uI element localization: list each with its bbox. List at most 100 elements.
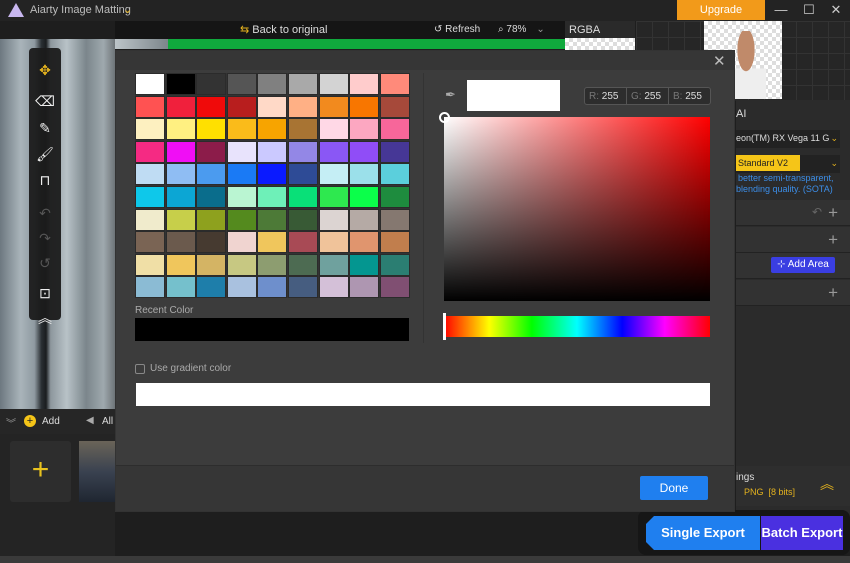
color-swatch[interactable] — [135, 185, 165, 208]
done-button[interactable]: Done — [640, 476, 708, 500]
color-swatch[interactable] — [257, 118, 288, 141]
color-swatch[interactable] — [165, 95, 196, 118]
color-swatch[interactable] — [379, 73, 410, 95]
color-swatch[interactable] — [318, 163, 349, 186]
all-label[interactable]: All — [102, 416, 113, 427]
color-swatch[interactable] — [379, 163, 410, 186]
color-swatch[interactable] — [135, 118, 165, 141]
color-swatch[interactable] — [226, 231, 257, 254]
color-swatch[interactable] — [379, 231, 410, 254]
image-thumbnail[interactable] — [79, 441, 115, 502]
color-swatch[interactable] — [226, 73, 257, 95]
color-swatch[interactable] — [196, 276, 227, 299]
color-swatch[interactable] — [165, 276, 196, 299]
color-swatch[interactable] — [257, 95, 288, 118]
color-swatch[interactable] — [135, 253, 165, 276]
zoom-control[interactable]: ⌕ 78% ⌄ — [498, 24, 545, 35]
color-swatch[interactable] — [349, 208, 380, 231]
redo-tool-icon[interactable]: ↷ — [29, 230, 61, 247]
color-swatch[interactable] — [318, 276, 349, 299]
single-export-button[interactable]: Single Export — [646, 516, 760, 550]
red-input[interactable]: R: 255 — [585, 88, 627, 104]
hue-slider-handle[interactable] — [443, 313, 446, 340]
color-swatch[interactable] — [257, 73, 288, 95]
add-area-button[interactable]: ⊹ Add Area — [771, 257, 835, 273]
undo-icon[interactable]: ↶ — [812, 205, 822, 219]
collapse-tool-icon[interactable]: ︽ — [29, 308, 61, 328]
dialog-close-icon[interactable]: ✕ — [713, 52, 726, 70]
color-swatch[interactable] — [379, 118, 410, 141]
upgrade-button[interactable]: Upgrade available — [677, 0, 765, 36]
view-mode-label[interactable]: RGBA — [565, 21, 635, 38]
color-swatch[interactable] — [318, 73, 349, 95]
add-label[interactable]: Add — [42, 416, 60, 427]
color-swatch[interactable] — [257, 140, 288, 163]
color-swatch[interactable] — [349, 185, 380, 208]
color-swatch[interactable] — [349, 276, 380, 299]
blue-input[interactable]: B: 255 — [669, 88, 710, 104]
color-swatch[interactable] — [165, 208, 196, 231]
app-menu-chevron-icon[interactable]: ⌄ — [123, 3, 132, 16]
color-swatch[interactable] — [349, 253, 380, 276]
color-swatch[interactable] — [287, 231, 318, 254]
color-swatch[interactable] — [349, 95, 380, 118]
color-swatch[interactable] — [287, 208, 318, 231]
plus-icon[interactable]: + — [828, 283, 838, 303]
color-swatch[interactable] — [318, 95, 349, 118]
color-swatch[interactable] — [135, 95, 165, 118]
gpu-select[interactable]: eon(TM) RX Vega 11 G ⌄ — [736, 130, 840, 148]
close-window-button[interactable]: ✕ — [826, 2, 846, 18]
color-swatch[interactable] — [257, 185, 288, 208]
brush-tool-icon[interactable]: ✎ — [29, 120, 61, 137]
color-swatch[interactable] — [379, 185, 410, 208]
color-swatch[interactable] — [196, 118, 227, 141]
color-swatch[interactable] — [226, 163, 257, 186]
add-image-tile[interactable]: + — [10, 441, 71, 502]
collapse-down-icon[interactable]: ︾ — [6, 415, 16, 430]
color-swatch[interactable] — [196, 231, 227, 254]
color-swatch[interactable] — [349, 231, 380, 254]
hue-slider[interactable] — [444, 316, 710, 337]
color-swatch[interactable] — [379, 95, 410, 118]
color-swatch[interactable] — [287, 95, 318, 118]
color-swatch[interactable] — [379, 140, 410, 163]
color-swatch[interactable] — [287, 276, 318, 299]
eraser-tool-icon[interactable]: ⌫ — [29, 93, 61, 110]
color-swatch[interactable] — [135, 276, 165, 299]
add-icon[interactable]: + — [24, 415, 36, 427]
undo-tool-icon[interactable]: ↶ — [29, 205, 61, 222]
plus-icon[interactable]: + — [828, 230, 838, 250]
color-swatch[interactable] — [196, 163, 227, 186]
color-swatch[interactable] — [165, 253, 196, 276]
color-swatch[interactable] — [257, 163, 288, 186]
color-swatch[interactable] — [287, 140, 318, 163]
gradient-label[interactable]: Use gradient color — [150, 363, 231, 374]
recent-color-swatch[interactable] — [135, 318, 409, 341]
color-swatch[interactable] — [318, 185, 349, 208]
color-swatch[interactable] — [165, 73, 196, 95]
color-swatch[interactable] — [135, 163, 165, 186]
color-swatch[interactable] — [318, 208, 349, 231]
color-swatch[interactable] — [226, 276, 257, 299]
color-swatch[interactable] — [379, 253, 410, 276]
color-swatch[interactable] — [318, 253, 349, 276]
color-swatch[interactable] — [135, 140, 165, 163]
fit-view-tool-icon[interactable]: ⊡ — [29, 285, 61, 302]
paint-roller-tool-icon[interactable]: ⊓ — [29, 172, 61, 189]
color-swatch[interactable] — [165, 231, 196, 254]
color-picker-handle[interactable] — [439, 112, 450, 123]
color-swatch[interactable] — [257, 276, 288, 299]
color-swatch[interactable] — [349, 118, 380, 141]
color-swatch[interactable] — [287, 73, 318, 95]
color-swatch[interactable] — [135, 231, 165, 254]
color-swatch[interactable] — [196, 208, 227, 231]
color-swatch[interactable] — [349, 163, 380, 186]
color-swatch[interactable] — [226, 208, 257, 231]
color-swatch[interactable] — [318, 231, 349, 254]
color-swatch[interactable] — [287, 253, 318, 276]
model-select[interactable]: Standard V2 ⌄ — [736, 155, 840, 173]
reset-tool-icon[interactable]: ↺ — [29, 255, 61, 272]
back-to-original-button[interactable]: ⇆ Back to original — [240, 23, 328, 36]
color-swatch[interactable] — [257, 231, 288, 254]
color-swatch[interactable] — [165, 118, 196, 141]
